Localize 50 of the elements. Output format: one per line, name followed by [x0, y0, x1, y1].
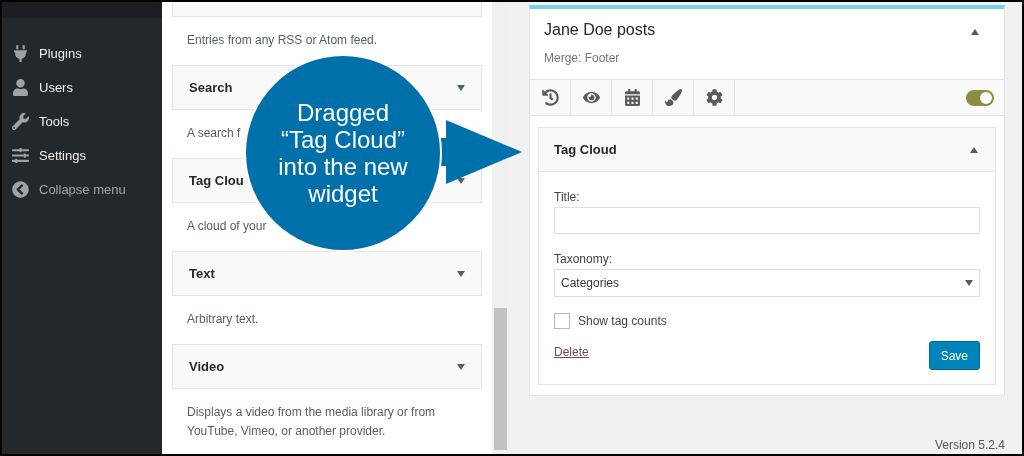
- plug-icon: [12, 44, 29, 62]
- save-button[interactable]: Save: [928, 341, 980, 370]
- collapse-menu-item[interactable]: Collapse menu: [2, 172, 162, 206]
- sidebar-item[interactable]: Tools: [2, 104, 162, 138]
- caret-icon: [457, 84, 465, 91]
- settings-icon: [705, 89, 723, 106]
- taxonomy-select[interactable]: Categories: [554, 269, 980, 297]
- widget-description: Entries from any RSS or Atom feed.: [187, 32, 378, 49]
- field-label: Title:: [554, 190, 581, 204]
- widget-description: Arbitrary text.: [187, 311, 259, 328]
- sidebar-item[interactable]: Plugins: [2, 36, 162, 70]
- widget-header[interactable]: Video: [172, 344, 482, 389]
- sidebar-item-label: Users: [39, 79, 73, 95]
- widget-panel-header[interactable]: Tag Cloud: [539, 128, 995, 172]
- toggle-switch[interactable]: [966, 89, 994, 106]
- sidebar-item-label: Settings: [39, 147, 86, 163]
- version-text: Version 5.2.4: [934, 438, 1005, 454]
- widget-title: Search: [189, 80, 233, 95]
- widget-title: Text: [189, 266, 215, 281]
- eye-icon: [582, 89, 600, 106]
- delete-link[interactable]: Delete: [554, 345, 589, 359]
- history-icon: [541, 89, 559, 106]
- caret-icon: [457, 363, 465, 370]
- field-label: Taxonomy:: [554, 252, 614, 266]
- brush-icon: [664, 89, 682, 106]
- widget-description: A cloud of your: [187, 218, 267, 235]
- title-input-field[interactable]: [554, 207, 980, 234]
- wrench-icon: [12, 112, 29, 130]
- caret-icon: [457, 270, 465, 277]
- widget-description: Displays a video from the media library or from YouTube, Vimeo, or another provider.: [187, 404, 437, 440]
- widget-area-title: Jane Doe posts: [544, 21, 656, 39]
- widget-area-subtitle: Merge: Footer: [543, 50, 621, 67]
- collapse-icon: [12, 180, 29, 198]
- caret-icon[interactable]: [971, 29, 979, 35]
- sliders-icon: [12, 146, 29, 164]
- user-icon: [12, 78, 29, 96]
- sidebar-item-label: Plugins: [39, 45, 82, 61]
- calendar-icon: [623, 89, 641, 106]
- sidebar-item-label: Collapse menu: [39, 181, 126, 197]
- sidebar-item[interactable]: Users: [2, 70, 162, 104]
- callout-text: Dragged “Tag Cloud” into the new widget: [278, 99, 408, 207]
- widget-title: Video: [189, 359, 225, 374]
- sidebar-item-label: Tools: [39, 113, 70, 129]
- widget-description: A search f: [187, 125, 241, 142]
- checkbox-label: Show tag counts: [578, 314, 667, 328]
- widget-header[interactable]: Text: [172, 251, 482, 296]
- widget-panel-title: Tag Cloud: [554, 142, 617, 157]
- checkbox[interactable]: [554, 313, 570, 329]
- sidebar-item[interactable]: Settings: [2, 138, 162, 172]
- widget-title: Tag Clou: [189, 173, 244, 188]
